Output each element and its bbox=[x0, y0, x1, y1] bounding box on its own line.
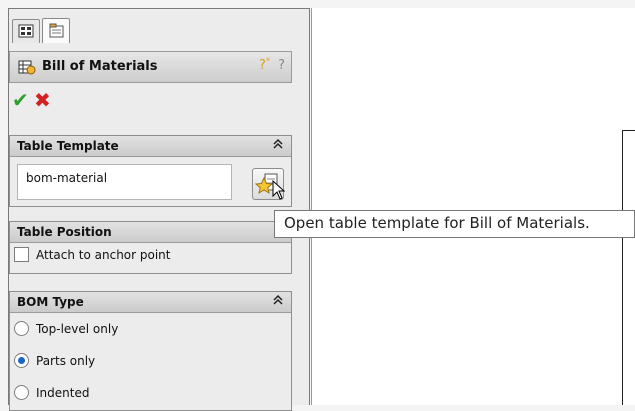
help-icons: ?* ? bbox=[259, 57, 285, 73]
collapse-icon[interactable] bbox=[273, 138, 283, 153]
tab-feature-manager[interactable] bbox=[12, 19, 40, 43]
table-template-title: Table Template bbox=[17, 139, 119, 153]
manager-tab-bar bbox=[9, 9, 309, 43]
property-manager-title: Bill of Materials bbox=[42, 59, 158, 74]
attach-anchor-label: Attach to anchor point bbox=[36, 248, 171, 262]
table-template-group: Table Template bom-material bbox=[9, 135, 292, 207]
ok-button[interactable]: ✔ bbox=[12, 90, 29, 110]
feature-manager-icon bbox=[18, 24, 34, 38]
property-manager-icon bbox=[49, 23, 64, 38]
radio-label: Top-level only bbox=[36, 322, 119, 336]
drawing-sheet-border bbox=[622, 130, 635, 131]
bom-type-header[interactable]: BOM Type bbox=[10, 292, 291, 313]
property-manager-header: Bill of Materials ?* ? bbox=[9, 51, 292, 83]
graphics-area[interactable] bbox=[311, 8, 635, 405]
table-position-title: Table Position bbox=[17, 225, 112, 239]
radio-label: Parts only bbox=[36, 354, 96, 368]
table-template-input[interactable]: bom-material bbox=[17, 164, 232, 200]
mouse-cursor-icon bbox=[272, 180, 286, 200]
bom-type-group: BOM Type Top-level only Parts only Inden… bbox=[9, 291, 292, 411]
bom-icon bbox=[18, 60, 36, 75]
radio-label: Indented bbox=[36, 386, 90, 400]
bom-type-title: BOM Type bbox=[17, 295, 84, 309]
table-template-header[interactable]: Table Template bbox=[10, 136, 291, 157]
tooltip: Open table template for Bill of Material… bbox=[274, 210, 635, 238]
tab-property-manager[interactable] bbox=[42, 18, 70, 43]
whats-wrong-icon[interactable]: ?* bbox=[259, 57, 270, 73]
table-position-group: Table Position Attach to anchor point bbox=[9, 221, 292, 274]
radio-top-level[interactable] bbox=[14, 321, 29, 336]
cancel-button[interactable]: ✖ bbox=[34, 90, 51, 110]
help-icon[interactable]: ? bbox=[278, 58, 285, 73]
collapse-icon[interactable] bbox=[273, 294, 283, 309]
radio-indented[interactable] bbox=[14, 385, 29, 400]
attach-anchor-checkbox[interactable] bbox=[14, 247, 29, 262]
table-position-header[interactable]: Table Position bbox=[10, 222, 291, 243]
radio-parts-only[interactable] bbox=[14, 353, 29, 368]
drawing-sheet-border bbox=[622, 130, 623, 405]
